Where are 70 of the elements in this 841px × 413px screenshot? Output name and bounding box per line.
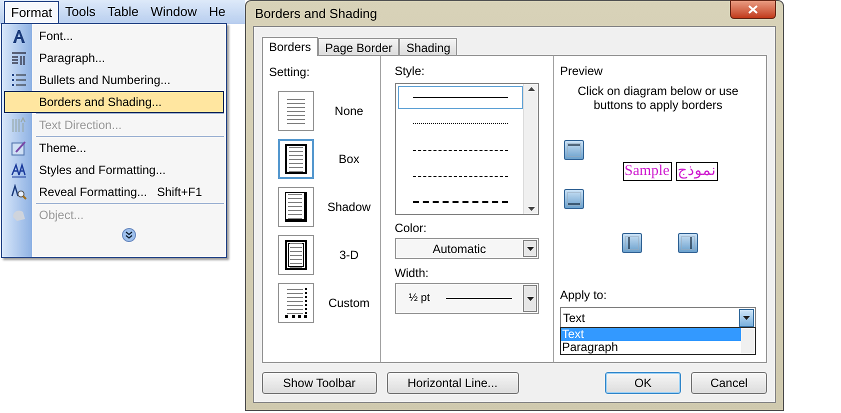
dialog-tab[interactable]: Page Border (318, 38, 400, 55)
dialog-button[interactable]: Cancel (691, 372, 767, 394)
sample-text: Sample (622, 162, 672, 181)
close-icon (748, 5, 758, 14)
left-border-icon (625, 236, 639, 250)
setting-option-button[interactable] (278, 235, 314, 275)
preview-label: Preview (560, 63, 604, 80)
menu-bar-item[interactable]: Window (144, 1, 203, 23)
width-label: Width: (394, 265, 430, 282)
line-width-sample (446, 298, 512, 299)
scroll-down-icon (528, 207, 534, 211)
setting-option-button[interactable] (278, 187, 314, 227)
menu-item[interactable]: Bullets and Numbering... (4, 69, 224, 91)
dialog-tab[interactable]: Shading (399, 38, 458, 55)
menu-item[interactable]: Theme... (4, 137, 224, 159)
window-title: Borders and Shading (254, 4, 378, 23)
close-button[interactable] (730, 0, 776, 19)
setting-option-button[interactable] (278, 139, 314, 179)
border-toggle-button[interactable] (622, 233, 642, 253)
caret-icon (526, 246, 534, 250)
dialog-tab[interactable]: Borders (262, 37, 318, 56)
width-dropdown[interactable]: ½ pt (394, 283, 539, 314)
top-border-icon (567, 143, 581, 157)
setting-option-label: Custom (327, 295, 371, 312)
menu-bar-item[interactable]: Tools (59, 1, 102, 23)
dialog-button[interactable]: Show Toolbar (262, 372, 376, 394)
sample-text: نموذج (676, 162, 718, 181)
chevron-down-icon (125, 231, 133, 239)
setting-option-label: None (334, 103, 364, 120)
menu-item[interactable]: Borders and Shading... (4, 91, 224, 113)
setting-label: Setting: (269, 64, 311, 81)
setting-option-label: 3-D (338, 247, 360, 264)
menu-bar-item[interactable]: Table (102, 1, 145, 23)
border-toggle-button[interactable] (678, 233, 698, 253)
menu-item[interactable]: Font... (4, 25, 224, 47)
expand-menu-button[interactable] (122, 228, 136, 242)
right-border-icon (681, 236, 695, 250)
setting-option-button[interactable] (278, 283, 314, 323)
magnifier-icon (11, 184, 27, 200)
scrollbar[interactable] (523, 84, 538, 214)
apply-to-dropdown[interactable]: Text (560, 307, 756, 328)
bottom-border-icon (567, 192, 581, 206)
apply-to-label: Apply to: (560, 287, 608, 304)
setting-option-label: Shadow (326, 199, 372, 216)
text-direction-icon (11, 117, 27, 133)
dialog-button[interactable]: Horizontal Line... (386, 372, 519, 394)
border-toggle-button[interactable] (564, 140, 584, 160)
font-icon (11, 28, 27, 44)
color-dropdown[interactable]: Automatic (394, 238, 539, 259)
scrollbar[interactable] (741, 328, 755, 354)
bullet-list-icon (11, 72, 27, 88)
color-label: Color: (394, 220, 428, 237)
scroll-up-icon (528, 87, 534, 91)
theme-icon (11, 140, 27, 156)
menu-item[interactable]: Paragraph... (4, 47, 224, 69)
caret-icon (743, 316, 750, 320)
menu-bar-item[interactable]: Format (4, 1, 60, 23)
styles-icon (11, 162, 27, 178)
apply-to-option[interactable]: Paragraph (561, 341, 741, 354)
setting-option-label: Box (338, 151, 360, 168)
menu-bar-item[interactable]: He (202, 1, 232, 23)
menu-item[interactable]: Styles and Formatting... (4, 159, 224, 181)
paragraph-icon (11, 50, 27, 66)
line-style-option[interactable] (398, 86, 523, 110)
caret-icon (526, 296, 534, 300)
dialog-button[interactable]: OK (605, 372, 681, 394)
menu-item[interactable]: Reveal Formatting... Shift+F1 (4, 181, 224, 203)
preview-hint: Click on diagram below or use buttons to apply borders (576, 84, 740, 112)
border-toggle-button[interactable] (564, 189, 584, 209)
style-label: Style: (394, 63, 426, 80)
